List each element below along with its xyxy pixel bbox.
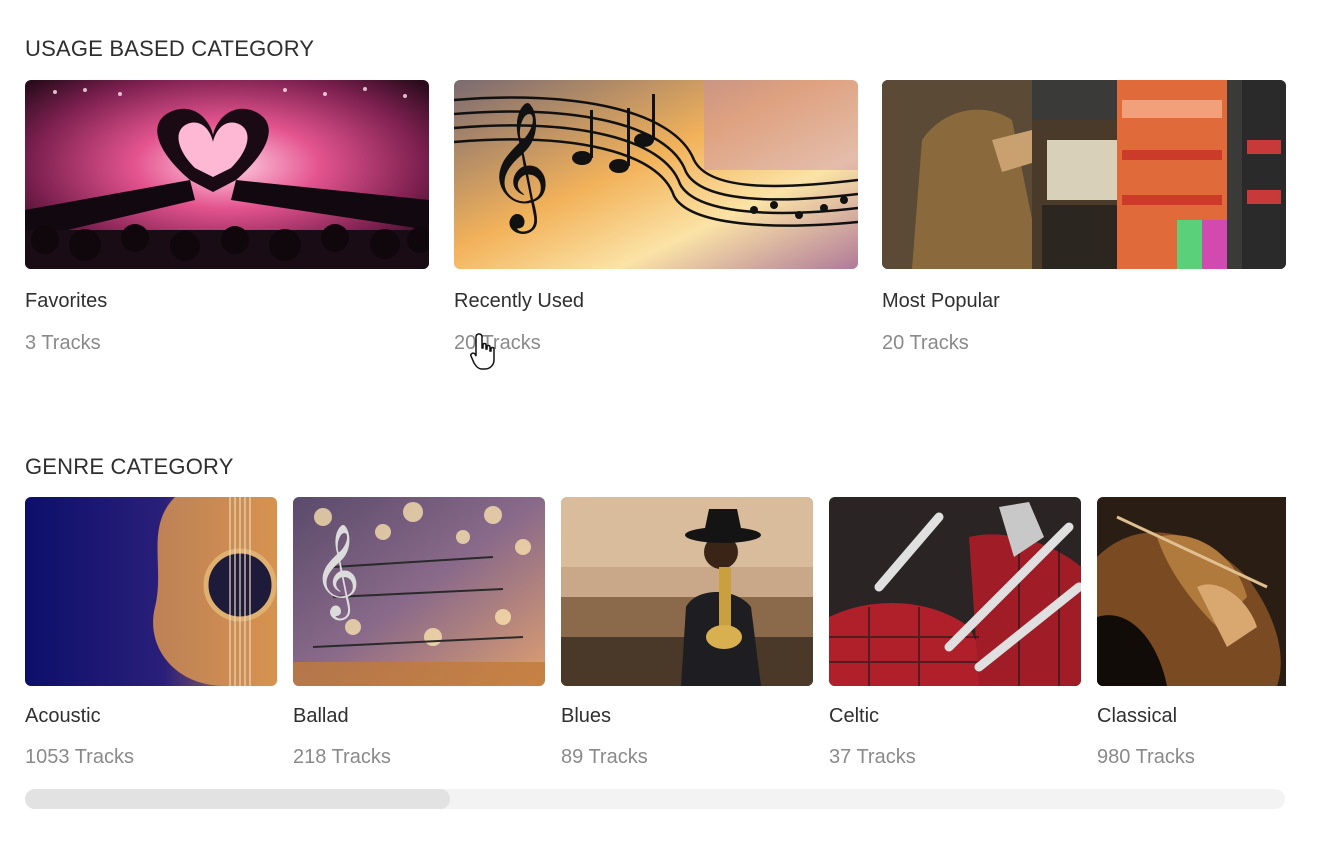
genre-name[interactable]: Acoustic (25, 705, 101, 728)
ballad-thumbnail[interactable]: 𝄞 (293, 497, 545, 686)
genre-card-acoustic[interactable]: Acoustic 1053 Tracks (25, 497, 277, 787)
genre-card-celtic[interactable]: Celtic 37 Tracks (829, 497, 1081, 787)
scrollbar-thumb[interactable] (25, 789, 450, 809)
genre-scrollbar[interactable] (25, 789, 1285, 809)
track-count: 980 Tracks (1097, 746, 1195, 768)
genre-name[interactable]: Classical (1097, 705, 1177, 728)
classical-thumbnail[interactable] (1097, 497, 1286, 686)
acoustic-thumbnail[interactable] (25, 497, 277, 686)
genre-name[interactable]: Ballad (293, 705, 349, 728)
blues-thumbnail[interactable] (561, 497, 813, 686)
svg-text:𝄞: 𝄞 (313, 523, 360, 620)
track-count: 218 Tracks (293, 746, 391, 768)
celtic-thumbnail[interactable] (829, 497, 1081, 686)
track-count: 1053 Tracks (25, 746, 134, 768)
genre-carousel[interactable]: Acoustic 1053 Tracks 𝄞 Ballad 218 Tracks… (0, 0, 1286, 856)
genre-card-blues[interactable]: Blues 89 Tracks (561, 497, 813, 787)
track-count: 89 Tracks (561, 746, 648, 768)
genre-card-classical[interactable]: Classical 980 Tracks (1097, 497, 1286, 787)
genre-card-ballad[interactable]: 𝄞 Ballad 218 Tracks (293, 497, 545, 787)
track-count: 37 Tracks (829, 746, 916, 768)
genre-name[interactable]: Blues (561, 705, 611, 728)
genre-name[interactable]: Celtic (829, 705, 879, 728)
